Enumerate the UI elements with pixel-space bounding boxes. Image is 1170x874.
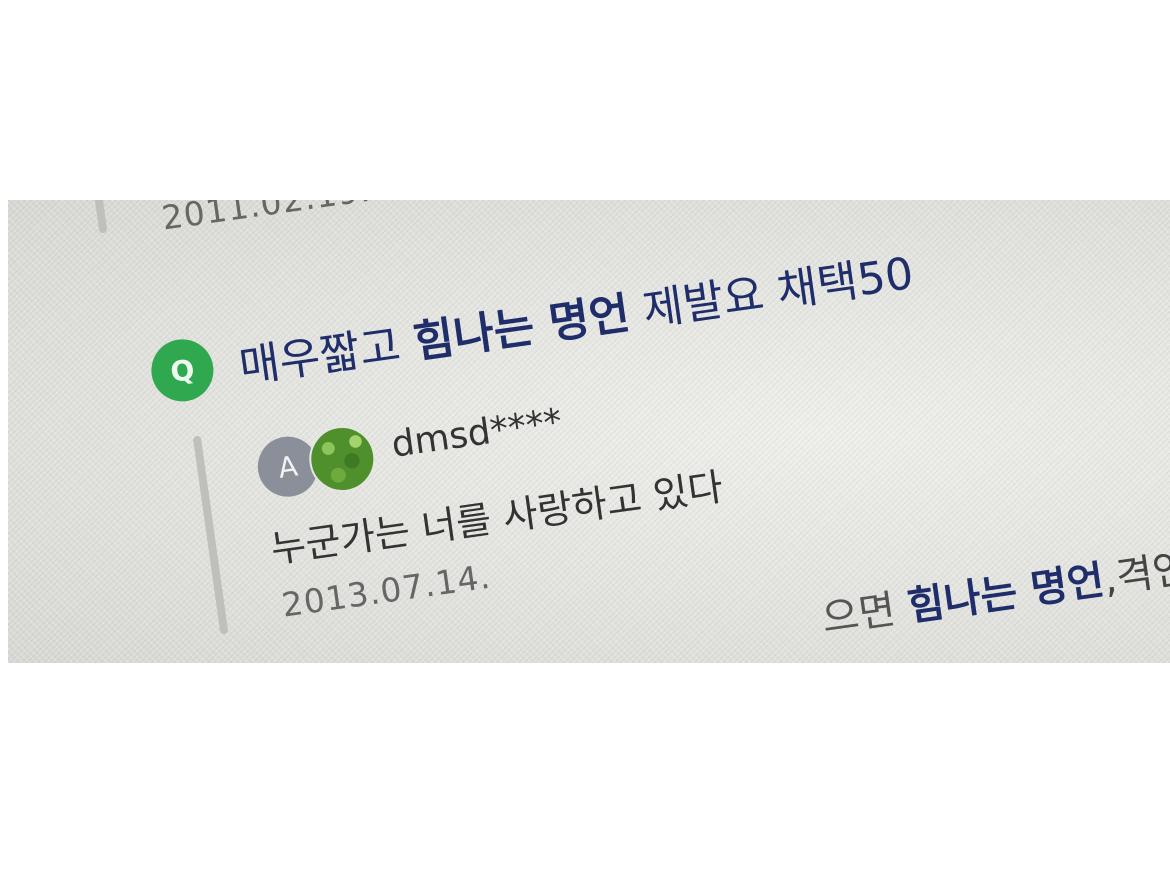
search-results-screen: 2011.02.19. Q 매우짧고 힘나는 명언 제발요 채택50 A dms… [8, 200, 1170, 663]
question-badge: Q [147, 335, 218, 406]
question-title-end: 제발요 채택50 [625, 248, 917, 339]
photo-frame: 2011.02.19. Q 매우짧고 힘나는 명언 제발요 채택50 A dms… [8, 200, 1170, 663]
previous-answer-date: 2011.02.19. [159, 200, 374, 238]
question-title-start: 매우짧고 [236, 318, 418, 394]
thread-line [87, 200, 108, 234]
answer-thread-line [192, 435, 229, 635]
next-result-title[interactable]: 으면 힘나는 명언,격언 [818, 535, 1170, 644]
question-title-highlight: 힘나는 명언 [410, 287, 633, 369]
profile-photo-avatar [305, 421, 380, 497]
next-title-end: ,격언 [1100, 545, 1170, 603]
next-title-highlight: 힘나는 명언 [904, 557, 1108, 631]
question-title-link[interactable]: 매우짧고 힘나는 명언 제발요 채택50 [235, 237, 917, 395]
next-title-start: 으면 [819, 584, 912, 643]
username[interactable]: dmsd**** [389, 401, 565, 465]
